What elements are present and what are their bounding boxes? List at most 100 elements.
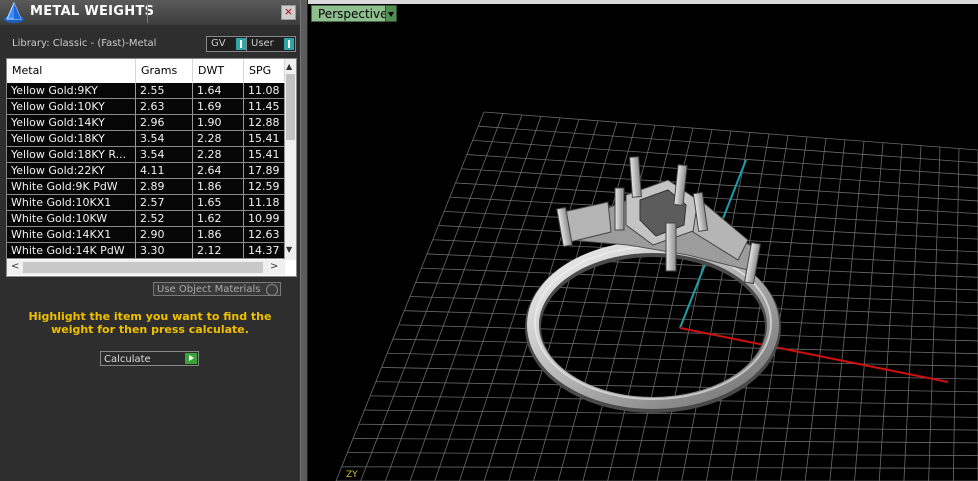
dwt-cell: 2.12 — [193, 243, 244, 258]
table-row[interactable]: White Gold:14KX1 2.90 1.86 12.63 — [7, 227, 285, 243]
table-row[interactable]: White Gold:14K PdW 3.30 2.12 14.37 — [7, 243, 285, 259]
dwt-cell: 1.69 — [193, 99, 244, 114]
metal-cell: White Gold:14K PdW — [7, 243, 136, 258]
dwt-cell: 2.28 — [193, 131, 244, 146]
grams-cell: 2.89 — [136, 179, 193, 194]
table-row[interactable]: Yellow Gold:9KY 2.55 1.64 11.08 — [7, 83, 285, 99]
play-arrow-icon — [185, 353, 197, 364]
table-row[interactable]: Yellow Gold:18KY R... 3.54 2.28 15.41 — [7, 147, 285, 163]
scroll-up-arrow-icon[interactable]: ▲ — [286, 62, 292, 71]
dwt-cell: 1.86 — [193, 227, 244, 242]
dwt-cell: 2.64 — [193, 163, 244, 178]
grams-cell: 2.90 — [136, 227, 193, 242]
dwt-cell: 1.86 — [193, 179, 244, 194]
calculate-button[interactable]: Calculate — [100, 351, 199, 366]
grams-cell: 2.96 — [136, 115, 193, 130]
panel-title-bar: METAL WEIGHTS × — [0, 0, 300, 25]
scroll-left-arrow-icon[interactable]: < — [11, 261, 19, 272]
gv-toggle[interactable]: GV — [206, 36, 248, 52]
spg-cell: 14.37 — [244, 243, 285, 258]
metal-cell: Yellow Gold:9KY — [7, 83, 136, 98]
grid-line — [392, 338, 978, 355]
spg-cell: 12.59 — [244, 179, 285, 194]
dwt-cell: 1.90 — [193, 115, 244, 130]
view-dropdown-arrow-icon[interactable] — [385, 5, 397, 22]
grid-line — [804, 139, 846, 481]
table-row[interactable]: Yellow Gold:22KY 4.11 2.64 17.89 — [7, 163, 285, 179]
grams-cell: 3.30 — [136, 243, 193, 258]
view-label[interactable]: Perspective — [311, 5, 388, 22]
panel-splitter[interactable] — [300, 0, 308, 481]
spg-cell: 15.41 — [244, 147, 285, 162]
grams-cell: 3.54 — [136, 131, 193, 146]
dwt-cell: 1.65 — [193, 195, 244, 210]
metal-cell: White Gold:14KX1 — [7, 227, 136, 242]
metal-cell: Yellow Gold:18KY R... — [7, 147, 136, 162]
use-object-materials-label: Use Object Materials — [157, 284, 261, 295]
gv-toggle-label: GV — [211, 38, 226, 49]
grams-cell: 4.11 — [136, 163, 193, 178]
spg-cell: 11.18 — [244, 195, 285, 210]
viewport-top-strip — [308, 0, 978, 4]
column-header-metal[interactable]: Metal — [7, 59, 136, 82]
table-row[interactable]: Yellow Gold:18KY 3.54 2.28 15.41 — [7, 131, 285, 147]
metal-cell: White Gold:10KX1 — [7, 195, 136, 210]
dwt-cell: 1.64 — [193, 83, 244, 98]
use-object-materials-option[interactable]: Use Object Materials — [153, 282, 281, 296]
radio-circle-icon[interactable] — [266, 284, 278, 296]
close-button[interactable]: × — [281, 5, 296, 20]
user-toggle[interactable]: User — [246, 36, 296, 52]
grams-cell: 2.52 — [136, 211, 193, 226]
dwt-cell: 2.28 — [193, 147, 244, 162]
grams-cell: 3.54 — [136, 147, 193, 162]
grams-cell: 2.63 — [136, 99, 193, 114]
metal-table: Metal Grams DWT SPG Yellow Gold:9KY 2.55 1… — [6, 58, 297, 277]
panel-title: METAL WEIGHTS — [30, 4, 155, 19]
viewport-scene: ZY — [335, 111, 978, 481]
dwt-cell: 1.62 — [193, 211, 244, 226]
vertical-scrollbar[interactable]: ▲ ▼ — [285, 59, 296, 260]
scroll-down-arrow-icon[interactable]: ▼ — [286, 245, 292, 254]
axis-indicator-text: ZY — [346, 470, 358, 480]
spg-cell: 15.41 — [244, 131, 285, 146]
user-toggle-label: User — [251, 38, 274, 49]
table-header: Metal Grams DWT SPG — [7, 59, 285, 82]
metal-cell: Yellow Gold:10KY — [7, 99, 136, 114]
spg-cell: 11.45 — [244, 99, 285, 114]
grams-cell: 2.55 — [136, 83, 193, 98]
metal-cell: Yellow Gold:22KY — [7, 163, 136, 178]
spg-cell: 12.63 — [244, 227, 285, 242]
calculate-label: Calculate — [104, 354, 151, 365]
spg-cell: 17.89 — [244, 163, 285, 178]
table-row[interactable]: White Gold:10KX1 2.57 1.65 11.18 — [7, 195, 285, 211]
scroll-right-arrow-icon[interactable]: > — [270, 261, 278, 272]
spg-cell: 11.08 — [244, 83, 285, 98]
spg-cell: 12.88 — [244, 115, 285, 130]
grams-cell: 2.57 — [136, 195, 193, 210]
column-header-dwt[interactable]: DWT — [193, 59, 244, 82]
table-row[interactable]: White Gold:10KW 2.52 1.62 10.99 — [7, 211, 285, 227]
table-row[interactable]: Yellow Gold:14KY 2.96 1.90 12.88 — [7, 115, 285, 131]
table-row[interactable]: Yellow Gold:10KY 2.63 1.69 11.45 — [7, 99, 285, 115]
grid-line — [387, 352, 978, 367]
ring-model — [525, 156, 781, 413]
app-logo-icon — [4, 1, 24, 23]
toggle-switch-icon — [284, 38, 294, 50]
metal-cell: White Gold:9K PdW — [7, 179, 136, 194]
column-header-spg[interactable]: SPG — [244, 59, 285, 82]
perspective-viewport[interactable]: ZY Perspective — [308, 0, 978, 481]
vertical-scroll-thumb[interactable] — [286, 74, 295, 140]
metal-weights-panel: METAL WEIGHTS × Library: Classic - (Fast… — [0, 0, 300, 481]
column-header-grams[interactable]: Grams — [136, 59, 193, 82]
instruction-text: Highlight the item you want to find the … — [28, 310, 272, 336]
metal-cell: Yellow Gold:18KY — [7, 131, 136, 146]
ground-grid — [335, 111, 978, 481]
grid-line — [358, 423, 978, 431]
horizontal-scrollbar[interactable]: < > — [7, 260, 285, 275]
metal-cell: White Gold:10KW — [7, 211, 136, 226]
table-row[interactable]: White Gold:9K PdW 2.89 1.86 12.59 — [7, 179, 285, 195]
horizontal-scroll-thumb[interactable] — [23, 262, 263, 273]
spg-cell: 10.99 — [244, 211, 285, 226]
table-body: Yellow Gold:9KY 2.55 1.64 11.08 Yellow Gold… — [7, 83, 285, 259]
toggle-switch-icon — [236, 38, 246, 50]
